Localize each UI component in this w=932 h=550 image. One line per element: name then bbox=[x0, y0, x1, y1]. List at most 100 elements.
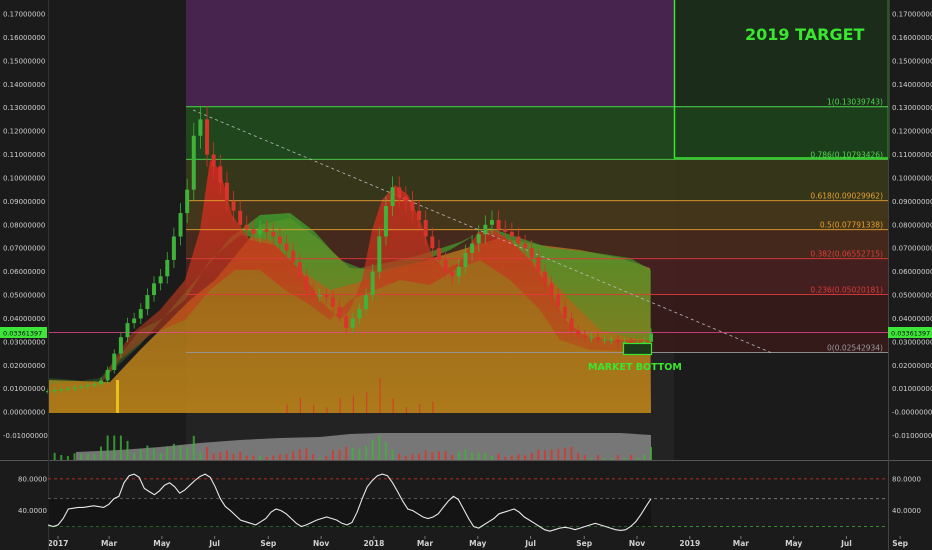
candle-body bbox=[476, 234, 481, 244]
volume-bar bbox=[239, 451, 242, 460]
candle-body bbox=[523, 243, 528, 249]
candle-body bbox=[483, 224, 488, 235]
y-tick-label-right: 0.11000000 bbox=[892, 151, 932, 159]
y-tick-label-right: -0.00000000 bbox=[892, 409, 932, 417]
volume-bar bbox=[93, 453, 96, 460]
volume-bar bbox=[590, 457, 593, 460]
volume-bar bbox=[265, 456, 268, 460]
fib-label: 1(0.13039743) bbox=[827, 98, 883, 107]
volume-bar bbox=[524, 455, 527, 460]
y-tick-label-right: 0.01000000 bbox=[892, 385, 932, 393]
volume-bar bbox=[623, 457, 626, 460]
y-tick-label: 0.15000000 bbox=[3, 57, 45, 65]
volume-bar bbox=[550, 449, 553, 460]
y-tick-label-right: 0.03000000 bbox=[892, 338, 932, 346]
volume-bar bbox=[153, 448, 156, 460]
y-tick-label-right: 0.13000000 bbox=[892, 104, 932, 112]
x-tick-label: May bbox=[469, 539, 486, 548]
candle-body bbox=[609, 339, 614, 341]
y-tick-label-right: -0.01000000 bbox=[892, 432, 932, 440]
fib-zone-2 bbox=[186, 159, 888, 201]
candle-body bbox=[549, 283, 554, 296]
volume-bar bbox=[583, 455, 586, 460]
y-tick-label-right: 0.07000000 bbox=[892, 245, 932, 253]
candle-body bbox=[178, 213, 183, 237]
volume-spike bbox=[326, 407, 328, 413]
candle-body bbox=[158, 276, 163, 284]
volume-bar bbox=[471, 452, 474, 460]
candle-body bbox=[589, 337, 594, 339]
x-tick-label: Sep bbox=[576, 539, 592, 548]
candle-body bbox=[370, 271, 375, 296]
candle-body bbox=[430, 236, 435, 249]
candle-body bbox=[649, 333, 653, 342]
volume-bar bbox=[80, 453, 83, 460]
volume-spike bbox=[313, 405, 315, 413]
volume-bar bbox=[292, 451, 295, 460]
y-tick-label: 0.07000000 bbox=[3, 245, 45, 253]
market-bottom-box bbox=[622, 342, 653, 356]
candle-body bbox=[238, 210, 243, 225]
candle-body bbox=[92, 384, 97, 386]
x-tick-label: Jul bbox=[208, 539, 220, 548]
candle-body bbox=[205, 119, 210, 155]
x-tick-label: Sep bbox=[260, 539, 276, 548]
volume-bar bbox=[643, 454, 646, 460]
volume-bar bbox=[172, 443, 175, 460]
fib-label: 0.382(0.06552715) bbox=[810, 250, 883, 259]
candle-body bbox=[463, 252, 468, 267]
volume-bar bbox=[252, 455, 255, 460]
candle-body bbox=[602, 339, 607, 341]
y-tick-label: 0.14000000 bbox=[3, 81, 45, 89]
candle-body bbox=[410, 201, 415, 211]
candle-body bbox=[231, 201, 236, 211]
candle-body bbox=[595, 337, 600, 340]
volume-bar bbox=[497, 453, 500, 460]
volume-bar bbox=[391, 449, 394, 460]
candle-body bbox=[59, 389, 64, 391]
volume-spike bbox=[366, 392, 368, 413]
candle-body bbox=[357, 309, 362, 319]
candle-body bbox=[377, 236, 382, 272]
candle-body bbox=[324, 295, 329, 298]
volume-bar bbox=[259, 455, 262, 460]
volume-bar bbox=[86, 453, 89, 460]
candle-body bbox=[529, 248, 534, 258]
y-tick-label: 0.06000000 bbox=[3, 268, 45, 276]
volume-spike bbox=[379, 378, 381, 413]
candle-body bbox=[390, 187, 395, 207]
candle-body bbox=[291, 250, 296, 263]
candle-body bbox=[224, 182, 229, 202]
candle-body bbox=[251, 229, 256, 235]
candle-body bbox=[317, 295, 322, 297]
volume-bar bbox=[338, 449, 341, 460]
volume-bar bbox=[596, 455, 599, 460]
volume-bar bbox=[318, 457, 321, 460]
volume-spike bbox=[419, 403, 421, 413]
x-tick-label: 2017 bbox=[48, 539, 69, 548]
y-tick-label: 0.16000000 bbox=[3, 34, 45, 42]
volume-bar bbox=[530, 452, 533, 460]
volume-bar bbox=[113, 435, 116, 460]
volume-bar bbox=[504, 456, 507, 460]
x-tick-label: 2018 bbox=[363, 539, 384, 548]
volume-bar bbox=[398, 454, 401, 460]
candle-body bbox=[99, 380, 104, 385]
volume-bar bbox=[484, 453, 487, 460]
volume-bar bbox=[312, 454, 315, 460]
volume-bar bbox=[206, 446, 209, 460]
volume-bar bbox=[517, 454, 520, 460]
fib-label: 0.786(0.10793426) bbox=[810, 150, 883, 159]
volume-bar bbox=[424, 450, 427, 460]
y-tick-label-right: 0.02000000 bbox=[892, 362, 932, 370]
y-tick-label: 0.13000000 bbox=[3, 104, 45, 112]
y-tick-label: 0.04000000 bbox=[3, 315, 45, 323]
volume-bar bbox=[358, 448, 361, 460]
fib-label: 0.618(0.09029962) bbox=[810, 192, 883, 201]
candle-body bbox=[138, 309, 143, 319]
volume-bar bbox=[570, 446, 573, 460]
target-zone bbox=[674, 0, 888, 158]
x-tick-label: Mar bbox=[101, 539, 118, 548]
price-badge-left-text: 0.03361397 bbox=[3, 330, 42, 338]
candle-body bbox=[383, 206, 388, 237]
